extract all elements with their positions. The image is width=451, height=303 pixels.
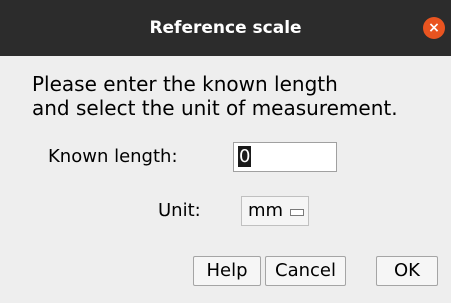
instruction-line-2: and select the unit of measurement. bbox=[32, 96, 398, 120]
known-length-label: Known length: bbox=[48, 146, 178, 167]
title-bar[interactable]: Reference scale × bbox=[0, 0, 451, 56]
help-button[interactable]: Help bbox=[193, 256, 261, 286]
known-length-value: 0 bbox=[238, 146, 252, 167]
dropdown-indicator-icon bbox=[290, 209, 304, 216]
cancel-button[interactable]: Cancel bbox=[265, 256, 346, 286]
unit-select[interactable]: mm bbox=[241, 196, 309, 226]
reference-scale-dialog: Reference scale × Please enter the known… bbox=[0, 0, 451, 303]
dialog-title: Reference scale bbox=[149, 18, 302, 38]
unit-select-value: mm bbox=[248, 200, 284, 221]
instruction-message: Please enter the known length and select… bbox=[32, 72, 398, 120]
unit-label: Unit: bbox=[158, 200, 201, 221]
ok-button[interactable]: OK bbox=[376, 256, 438, 286]
close-icon[interactable]: × bbox=[423, 17, 445, 39]
instruction-line-1: Please enter the known length bbox=[32, 72, 338, 96]
known-length-input[interactable]: 0 bbox=[233, 142, 337, 172]
